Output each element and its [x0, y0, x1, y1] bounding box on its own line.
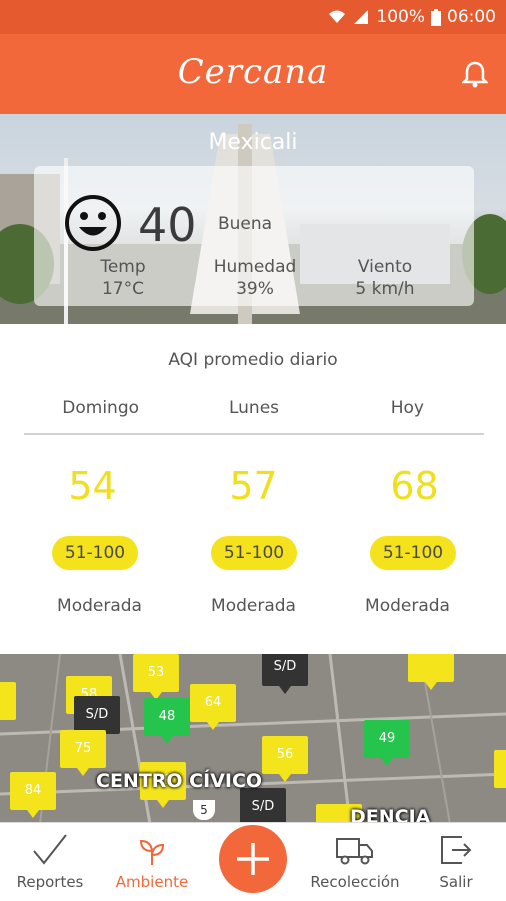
add-button[interactable] [219, 825, 287, 893]
battery-percent: 100% [376, 7, 425, 27]
day-headers: Domingo Lunes Hoy [24, 398, 484, 434]
truck-icon [336, 838, 373, 865]
daily-aqi-section: AQI promedio diario Domingo Lunes Hoy 54… [0, 324, 506, 654]
daily-aqi-title: AQI promedio diario [168, 350, 338, 370]
aqi-range-badge: 51-100 [211, 536, 297, 570]
nav-salir-label: Salir [439, 873, 473, 891]
signal-icon [354, 10, 369, 24]
wifi-icon [329, 10, 346, 23]
highway-shield: 5 [193, 800, 215, 820]
hero-banner: Mexicali 40 Buena Temp 17°C Humedad 39% … [0, 114, 506, 324]
map-marker[interactable]: 49 [364, 720, 410, 766]
bottom-navigation: Reportes Ambiente Recolección Salir [0, 822, 506, 900]
checkmark-icon [33, 834, 67, 865]
nav-recoleccion-label: Recolección [310, 873, 400, 891]
current-aqi: 40 [138, 198, 197, 252]
aqi-range-badge: 51-100 [52, 536, 138, 570]
battery-icon [431, 8, 441, 26]
air-quality-map[interactable]: 53 S/D 58 S/D 48 64 75 49 56 84 89 S/D 5… [0, 654, 506, 824]
city-name: Mexicali [208, 130, 298, 155]
aqi-category: Moderada [211, 596, 296, 616]
day-aqi-value: 57 [229, 464, 278, 508]
nav-recoleccion[interactable]: Recolección [300, 823, 410, 901]
map-label-centro-civico: CENTRO CÍVICO [96, 770, 263, 792]
logout-icon [441, 836, 472, 864]
aqi-category: Moderada [57, 596, 142, 616]
temp-value: 17°C [101, 279, 144, 299]
wind-value: 5 km/h [355, 279, 415, 299]
map-marker[interactable]: S/D [262, 654, 308, 694]
temp-block: Temp 17°C [78, 256, 168, 300]
nav-ambiente[interactable]: Ambiente [106, 823, 198, 901]
clock: 06:00 [447, 7, 496, 27]
bell-icon[interactable] [462, 60, 488, 88]
humidity-block: Humedad 39% [202, 256, 308, 300]
aqi-range-badge: 51-100 [370, 536, 456, 570]
nav-reportes[interactable]: Reportes [0, 823, 100, 901]
map-marker[interactable]: 64 [190, 684, 236, 730]
day-name: Hoy [390, 398, 424, 418]
nav-ambiente-label: Ambiente [115, 873, 189, 891]
map-marker[interactable]: S/D [74, 696, 120, 742]
map-marker[interactable]: 48 [144, 698, 190, 744]
wind-block: Viento 5 km/h [340, 256, 430, 300]
status-bar: 100% 06:00 [0, 0, 506, 34]
wind-label: Viento [357, 257, 413, 277]
weather-card: 40 Buena Temp 17°C Humedad 39% Viento 5 … [34, 166, 474, 306]
humidity-label: Humedad [213, 257, 297, 277]
day-aqi-value: 68 [390, 464, 439, 508]
map-marker[interactable]: 75 [60, 730, 106, 776]
app-title: Cercana [177, 52, 329, 92]
map-marker[interactable]: S/D [240, 788, 286, 824]
app-bar: Cercana [0, 34, 506, 114]
aqi-category: Moderada [365, 596, 450, 616]
smiley-face-icon [65, 195, 121, 251]
temp-label: Temp [100, 257, 146, 277]
map-marker[interactable]: 56 [262, 736, 308, 782]
plus-icon [237, 843, 269, 875]
sprout-icon [139, 839, 165, 865]
nav-reportes-label: Reportes [16, 873, 84, 891]
day-name: Domingo [62, 398, 140, 418]
map-marker[interactable] [494, 750, 506, 788]
divider [24, 433, 484, 435]
current-aqi-label: Buena [218, 214, 273, 234]
day-aqi-value: 54 [68, 464, 117, 508]
map-marker[interactable]: 53 [133, 654, 179, 700]
map-marker[interactable] [0, 682, 16, 720]
map-marker[interactable] [408, 654, 454, 690]
humidity-value: 39% [236, 279, 274, 299]
nav-salir[interactable]: Salir [420, 823, 492, 901]
day-name: Lunes [228, 398, 280, 418]
map-marker[interactable]: 84 [10, 772, 56, 818]
